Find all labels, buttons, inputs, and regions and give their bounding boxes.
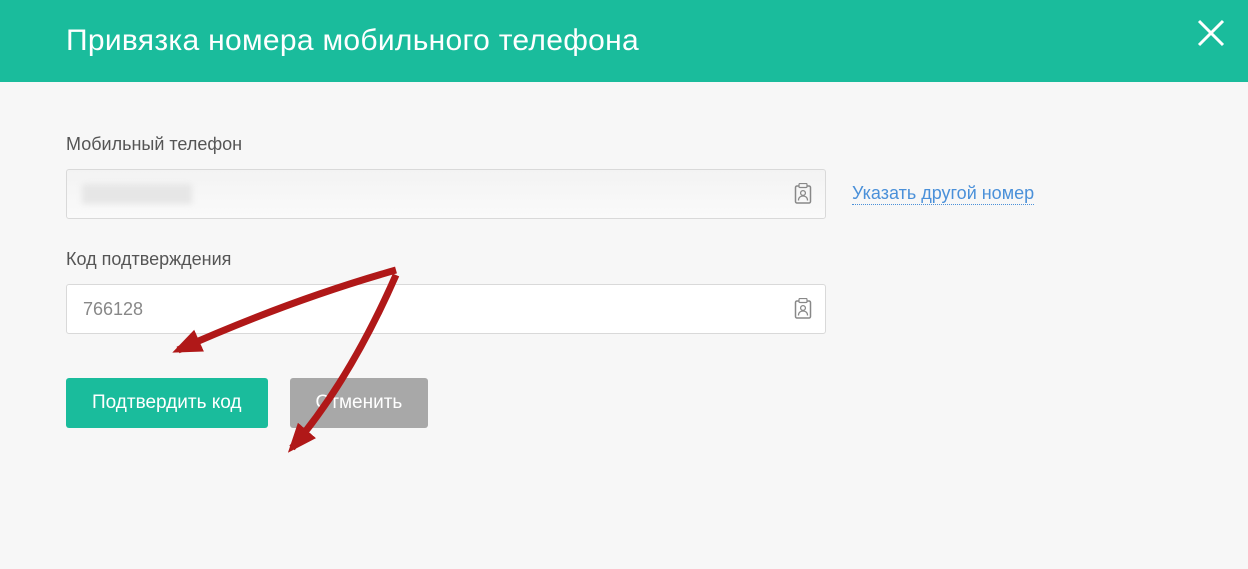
modal-content: Мобильный телефон Указать другой номер К…	[0, 82, 1248, 428]
phone-label: Мобильный телефон	[66, 134, 1182, 155]
phone-input-wrap	[66, 169, 826, 219]
code-label: Код подтверждения	[66, 249, 1182, 270]
code-field-group: Код подтверждения	[66, 249, 1182, 334]
change-number-link[interactable]: Указать другой номер	[852, 183, 1034, 205]
cancel-button[interactable]: Отменить	[290, 378, 429, 428]
modal-title: Привязка номера мобильного телефона	[66, 24, 639, 58]
button-row: Подтвердить код Отменить	[66, 378, 1182, 428]
close-icon[interactable]	[1192, 14, 1230, 52]
confirm-button[interactable]: Подтвердить код	[66, 378, 268, 428]
code-input-wrap	[66, 284, 826, 334]
code-input[interactable]	[66, 284, 826, 334]
phone-field-group: Мобильный телефон Указать другой номер	[66, 134, 1182, 219]
phone-row: Указать другой номер	[66, 169, 1182, 219]
phone-value-blurred	[82, 184, 192, 204]
modal-header: Привязка номера мобильного телефона	[0, 0, 1248, 82]
